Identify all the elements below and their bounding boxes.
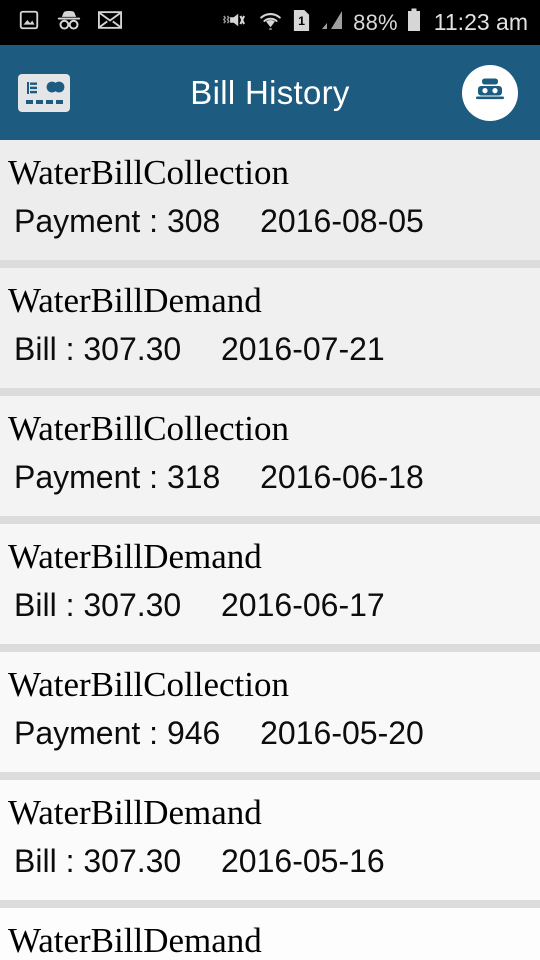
list-item-date: 2016-05-16	[221, 843, 385, 880]
list-item-subtitle: Payment : 318 2016-06-18	[0, 458, 540, 496]
wifi-icon	[258, 9, 283, 36]
list-item-amount-label: Bill :	[14, 843, 75, 880]
list-item-date: 2016-06-17	[221, 587, 385, 624]
list-item-title: WaterBillDemand	[8, 537, 262, 576]
svg-text:1: 1	[298, 14, 305, 28]
list-item-amount-label: Payment :	[14, 715, 159, 752]
list-divider	[0, 516, 540, 524]
list-item-title: WaterBillDemand	[8, 921, 262, 960]
list-item-amount-label: Payment :	[14, 459, 159, 496]
image-icon	[18, 9, 40, 36]
list-item-amount: 318	[166, 459, 221, 496]
incognito-icon	[56, 9, 82, 36]
list-item-subtitle: Bill : 307.30 2016-05-16	[0, 842, 540, 880]
list-item[interactable]: WaterBillDemand Bill : 307.30 2016-07-21	[0, 268, 540, 388]
battery-icon	[407, 8, 421, 37]
status-bar-clock: 11:23 am	[433, 9, 528, 35]
battery-percent-label: 88%	[353, 9, 398, 35]
list-item[interactable]: WaterBillCollection Payment : 318 2016-0…	[0, 396, 540, 516]
list-item-title: WaterBillCollection	[8, 153, 290, 192]
list-item-date: 2016-06-18	[260, 459, 424, 496]
bill-history-list[interactable]: WaterBillCollection Payment : 308 2016-0…	[0, 140, 540, 960]
list-item-title: WaterBillCollection	[8, 409, 290, 448]
account-badge-icon	[474, 75, 506, 110]
list-item-amount: 307.30	[83, 843, 182, 880]
status-bar-left-icons	[18, 9, 122, 36]
list-item-amount: 308	[166, 203, 221, 240]
account-badge-button[interactable]	[462, 64, 518, 121]
list-item-title: WaterBillCollection	[8, 665, 290, 704]
list-divider	[0, 644, 540, 652]
app-bar: Bill History	[0, 45, 540, 140]
payment-card-icon[interactable]	[18, 67, 70, 119]
list-item-amount: 307.30	[83, 587, 182, 624]
sim-card-1-icon: 1	[292, 9, 311, 37]
list-divider	[0, 260, 540, 268]
mail-icon	[98, 11, 122, 34]
list-item-subtitle: Bill : 307.30 2016-07-21	[0, 330, 540, 368]
page-title: Bill History	[190, 73, 350, 111]
cellular-signal-icon	[320, 9, 344, 36]
list-item-subtitle: Payment : 946 2016-05-20	[0, 714, 540, 752]
list-divider	[0, 388, 540, 396]
list-divider	[0, 772, 540, 780]
list-item-date: 2016-08-05	[260, 203, 424, 240]
list-item-amount-label: Bill :	[14, 331, 75, 368]
list-item-amount: 307.30	[83, 331, 182, 368]
list-item[interactable]: WaterBillCollection Payment : 946 2016-0…	[0, 652, 540, 772]
status-bar: 1 88% 11:23 am	[0, 0, 540, 45]
list-item-subtitle: Payment : 308 2016-08-05	[0, 202, 540, 240]
list-item[interactable]: WaterBillDemand	[0, 908, 540, 960]
list-item-amount-label: Payment :	[14, 203, 159, 240]
list-item[interactable]: WaterBillDemand Bill : 307.30 2016-05-16	[0, 780, 540, 900]
list-divider	[0, 900, 540, 908]
list-item-title: WaterBillDemand	[8, 281, 262, 320]
list-item-date: 2016-07-21	[221, 331, 385, 368]
status-bar-right-icons: 1 88% 11:23 am	[222, 8, 528, 37]
list-item[interactable]: WaterBillDemand Bill : 307.30 2016-06-17	[0, 524, 540, 644]
list-item-date: 2016-05-20	[260, 715, 424, 752]
list-item-amount-label: Bill :	[14, 587, 75, 624]
volume-mute-vibrate-icon	[222, 9, 249, 36]
list-item-subtitle: Bill : 307.30 2016-06-17	[0, 586, 540, 624]
list-item[interactable]: WaterBillCollection Payment : 308 2016-0…	[0, 140, 540, 260]
list-item-amount: 946	[166, 715, 221, 752]
list-item-title: WaterBillDemand	[8, 793, 262, 832]
